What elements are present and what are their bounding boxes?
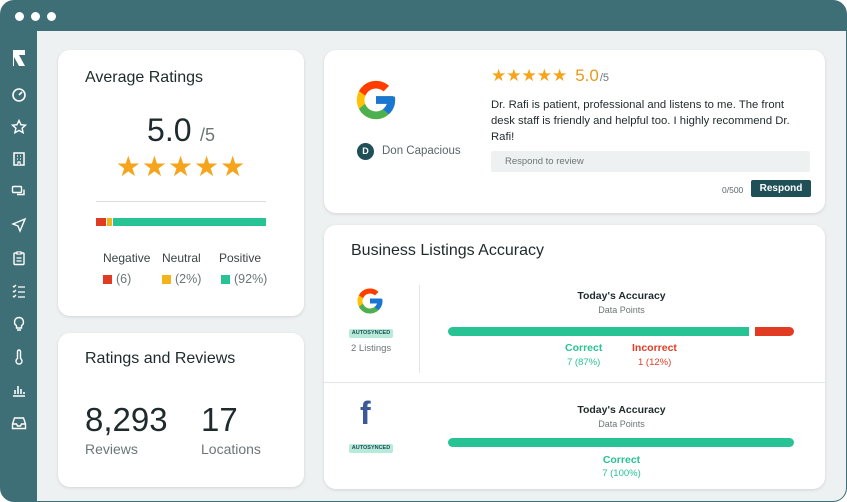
legend-neutral-label: Neutral	[162, 251, 201, 265]
legend-negative: (6)	[103, 272, 131, 286]
facebook-icon: f	[360, 395, 371, 431]
legend-positive-count: (92%)	[234, 272, 268, 286]
checklist-icon[interactable]	[10, 282, 28, 300]
divider	[96, 201, 266, 202]
review-score: 5.0	[575, 66, 599, 85]
negative-segment	[96, 218, 107, 226]
legend-negative-label: Negative	[103, 251, 151, 265]
correct-segment	[448, 438, 794, 447]
positive-segment	[113, 218, 266, 226]
window-dot	[47, 12, 56, 21]
score-value: 5.0	[147, 112, 192, 148]
window-dot	[15, 12, 24, 21]
respond-button[interactable]: Respond	[751, 180, 811, 197]
accuracy-title: Today's Accuracy	[577, 290, 666, 302]
legend-positive: (92%)	[221, 272, 267, 286]
ratings-reviews-card: Ratings and Reviews 8,293 Reviews 17 Loc…	[58, 333, 304, 487]
divider	[419, 285, 420, 373]
reviewer-name: Don Capacious	[382, 145, 461, 157]
review-rating: ★★★★★ 5.0 /5	[491, 66, 609, 86]
sidebar	[1, 31, 37, 501]
divider	[324, 382, 825, 383]
correct-label: Correct	[602, 454, 641, 466]
chat-icon[interactable]	[10, 183, 28, 201]
legend-positive-label: Positive	[219, 251, 262, 265]
review-out-of: /5	[599, 72, 610, 84]
data-points-label: Data Points	[598, 305, 645, 315]
review-text: Dr. Rafi is patient, professional and li…	[491, 99, 790, 143]
respond-input[interactable]: Respond to review	[491, 151, 810, 172]
correct-segment	[448, 327, 750, 336]
title-bar	[1, 1, 846, 31]
avatar: D	[357, 143, 374, 160]
legend-swatch	[162, 274, 171, 284]
reviews-count: 8,293	[85, 401, 168, 438]
clipboard-icon[interactable]	[10, 249, 28, 267]
neutral-segment	[107, 218, 113, 226]
rating-distribution-bar	[96, 218, 266, 226]
autosynced-badge: AUTOSYNCED	[349, 444, 393, 453]
reviews-label: Reviews	[85, 441, 138, 457]
locations-label: Locations	[201, 441, 261, 457]
inbox-icon[interactable]	[10, 414, 28, 432]
legend-swatch	[221, 274, 230, 284]
review-stars: ★★★★★	[491, 66, 568, 85]
listings-accuracy-card: Business Listings Accuracy AUTOSYNCED 2 …	[324, 225, 825, 489]
window-dot	[31, 12, 40, 21]
star-icon[interactable]	[10, 118, 28, 136]
autosynced-badge: AUTOSYNCED	[349, 329, 393, 338]
card-title: Ratings and Reviews	[85, 350, 236, 367]
legend-swatch	[103, 274, 112, 284]
send-icon[interactable]	[10, 216, 28, 234]
data-points-label: Data Points	[598, 419, 645, 429]
card-title: Business Listings Accuracy	[351, 242, 544, 259]
logo-icon[interactable]	[10, 49, 28, 67]
review-card: D Don Capacious ★★★★★ 5.0 /5 Dr. Rafi is…	[324, 50, 825, 213]
average-ratings-card: Average Ratings 5.0 /5 ★★★★★ Negative Ne…	[58, 50, 304, 316]
legend-neutral-count: (2%)	[175, 272, 202, 286]
main-content: Average Ratings 5.0 /5 ★★★★★ Negative Ne…	[37, 31, 846, 501]
google-icon	[355, 286, 385, 321]
dashboard-icon[interactable]	[10, 85, 28, 103]
locations-count: 17	[201, 401, 238, 438]
legend-neutral: (2%)	[162, 272, 201, 286]
correct-value: 7 (87%)	[567, 357, 601, 368]
lightbulb-icon[interactable]	[10, 315, 28, 333]
incorrect-value: 1 (12%)	[638, 357, 672, 368]
average-score: 5.0 /5	[58, 112, 304, 149]
thermometer-icon[interactable]	[10, 348, 28, 366]
incorrect-segment	[755, 327, 794, 336]
accuracy-title: Today's Accuracy	[577, 404, 666, 416]
legend-negative-count: (6)	[116, 272, 132, 286]
building-icon[interactable]	[10, 150, 28, 168]
google-logo-icon	[353, 77, 399, 128]
incorrect-label: Incorrect	[632, 342, 677, 354]
score-out-of: /5	[199, 125, 215, 145]
google-accuracy-bar	[448, 327, 794, 336]
correct-value: 7 (100%)	[602, 468, 641, 479]
correct-label: Correct	[565, 342, 603, 354]
char-counter: 0/500	[722, 185, 744, 195]
facebook-accuracy-bar	[448, 438, 794, 447]
card-title: Average Ratings	[85, 69, 203, 86]
bar-chart-icon[interactable]	[10, 381, 28, 399]
rating-stars: ★★★★★	[115, 151, 247, 182]
google-listings-count: 2 Listings	[351, 343, 392, 354]
app-window: Average Ratings 5.0 /5 ★★★★★ Negative Ne…	[0, 0, 847, 502]
